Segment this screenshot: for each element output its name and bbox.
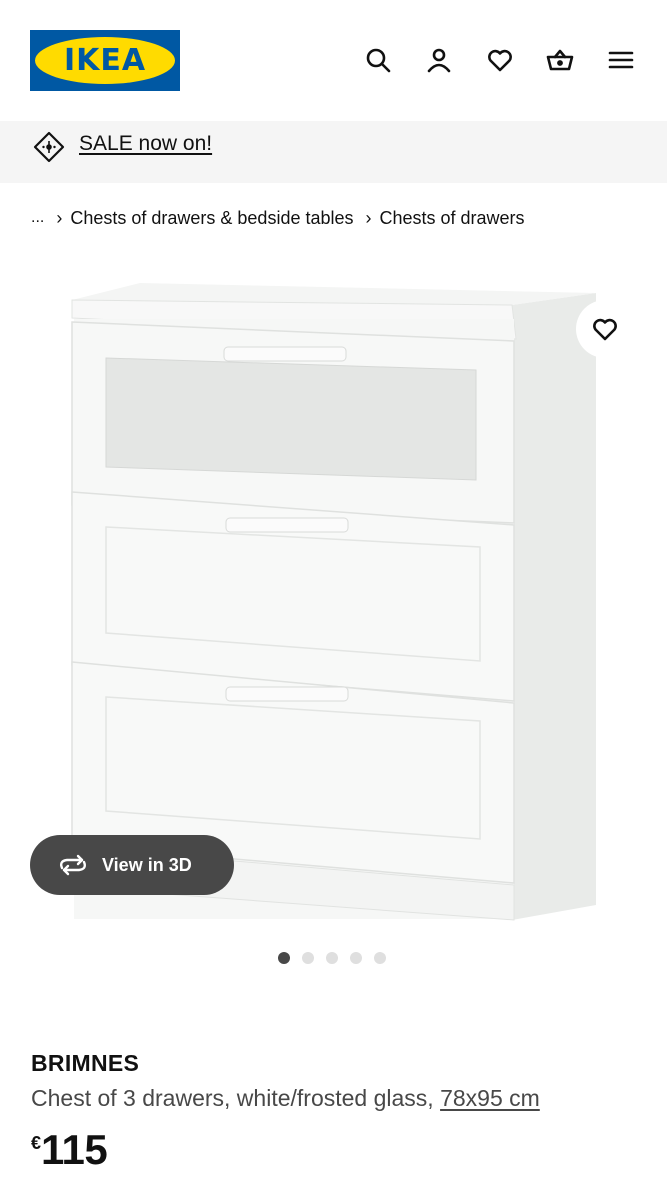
carousel-dot[interactable] [326, 952, 338, 964]
carousel-dot[interactable] [278, 952, 290, 964]
ikea-logo[interactable]: IKEA [30, 30, 180, 91]
user-icon[interactable] [419, 40, 459, 80]
chevron-right-icon: › [56, 208, 63, 228]
menu-icon[interactable] [601, 40, 641, 80]
breadcrumb: ... › Chests of drawers & bedside tables… [31, 206, 525, 230]
site-header: IKEA [0, 0, 667, 121]
breadcrumb-item[interactable]: Chests of drawers [380, 206, 525, 230]
heart-icon[interactable] [480, 40, 520, 80]
basket-icon[interactable] [540, 40, 580, 80]
view-in-3d-button[interactable]: View in 3D [30, 835, 234, 895]
product-description: Chest of 3 drawers, white/frosted glass,… [31, 1083, 540, 1113]
product-name: BRIMNES [31, 1050, 140, 1076]
heart-icon [593, 318, 617, 341]
price-amount: 115 [41, 1126, 108, 1173]
sale-link[interactable]: SALE now on! [79, 131, 212, 157]
carousel-dot[interactable] [374, 952, 386, 964]
rotate-3d-icon [59, 854, 87, 876]
search-icon[interactable] [358, 40, 398, 80]
add-to-favourites-button[interactable] [576, 300, 634, 358]
carousel-dot[interactable] [350, 952, 362, 964]
breadcrumb-item[interactable]: Chests of drawers & bedside tables [70, 206, 353, 230]
chevron-right-icon: › [365, 208, 372, 228]
breadcrumb-ellipsis[interactable]: ... [31, 206, 44, 230]
view-in-3d-label: View in 3D [102, 854, 192, 875]
product-price: € 115 [31, 1126, 108, 1174]
logo-text: IKEA [63, 43, 147, 78]
price-currency: € [31, 1133, 42, 1153]
sale-tag-icon [33, 131, 65, 163]
product-description-text: Chest of 3 drawers, white/frosted glass, [31, 1085, 434, 1111]
image-carousel-dots [278, 952, 398, 964]
product-dimensions-link[interactable]: 78x95 cm [440, 1085, 540, 1111]
carousel-dot[interactable] [302, 952, 314, 964]
